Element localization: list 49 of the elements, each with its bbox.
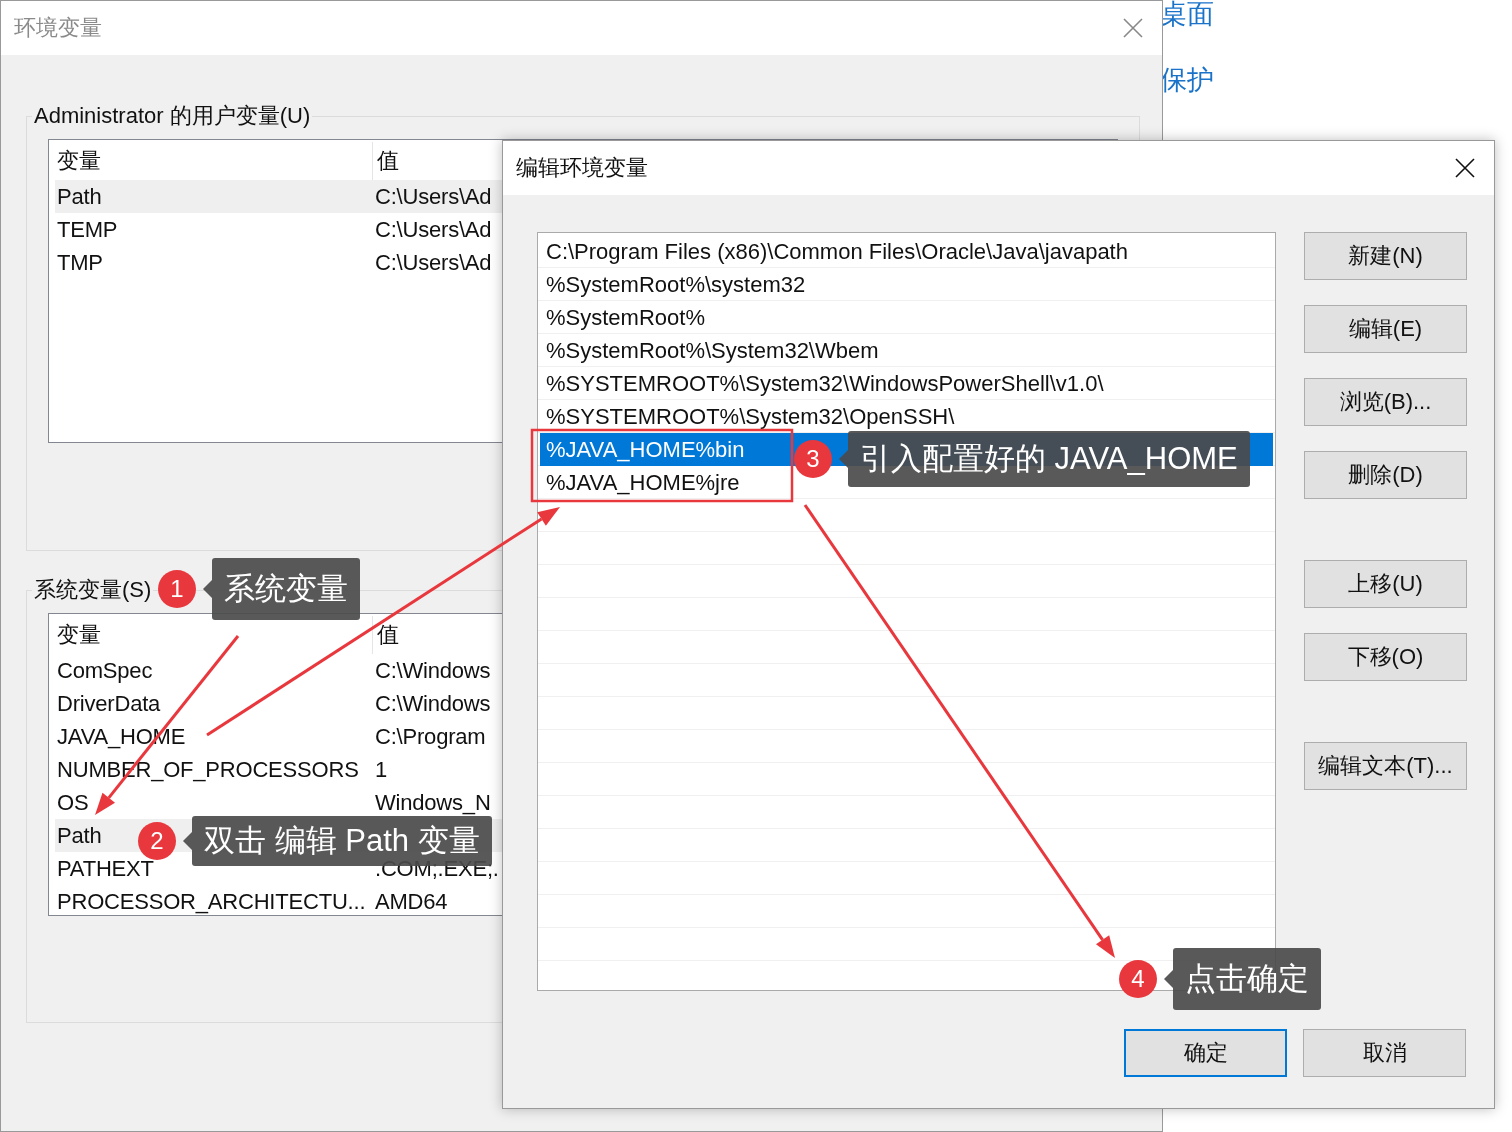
settings-link[interactable]: 保护 <box>1160 62 1214 98</box>
path-entry[interactable]: %SYSTEMROOT%\System32\OpenSSH\ <box>540 400 961 433</box>
column-header[interactable]: 变量 <box>57 620 101 650</box>
variable-name: TEMP <box>57 216 118 243</box>
dialog-button[interactable]: 取消 <box>1303 1029 1466 1077</box>
variable-value: C:\Program <box>375 723 486 750</box>
path-entry[interactable]: C:\Program Files (x86)\Common Files\Oracle\Java\javapath <box>540 235 1134 268</box>
close-icon <box>1455 158 1475 178</box>
column-header[interactable]: 变量 <box>57 146 101 176</box>
settings-link[interactable]: 桌面 <box>1160 0 1214 32</box>
action-button[interactable]: 删除(D) <box>1304 451 1467 499</box>
variable-value: C:\Users\Ad <box>375 249 492 276</box>
variable-value: C:\Users\Ad <box>375 216 492 243</box>
variable-name: DriverData <box>57 690 161 717</box>
path-entry[interactable]: %SystemRoot%\System32\Wbem <box>540 334 885 367</box>
column-header[interactable]: 值 <box>377 620 399 650</box>
group-label: Administrator 的用户变量(U) <box>33 102 312 130</box>
variable-value: C:\Windows <box>375 690 491 717</box>
path-entry[interactable]: %SystemRoot%\system32 <box>540 268 812 301</box>
variable-value: AMD64 <box>375 888 448 915</box>
variable-name: Path <box>57 822 102 849</box>
path-entry[interactable]: %SYSTEMROOT%\System32\WindowsPowerShell\v1.0\ <box>540 367 1110 400</box>
callout: 双击 编辑 Path 变量 <box>192 816 492 866</box>
variable-name: TMP <box>57 249 103 276</box>
path-entry[interactable]: %SystemRoot% <box>540 301 711 334</box>
window-title: 环境变量 <box>14 14 102 42</box>
variable-value: C:\Users\Ad <box>375 183 492 210</box>
action-button[interactable]: 上移(U) <box>1304 560 1467 608</box>
callout: 系统变量 <box>212 558 360 620</box>
variable-value: C:\Windows <box>375 657 491 684</box>
action-button[interactable]: 浏览(B)... <box>1304 378 1467 426</box>
callout: 引入配置好的 JAVA_HOME <box>848 431 1250 487</box>
action-button[interactable]: 编辑(E) <box>1304 305 1467 353</box>
column-header[interactable]: 值 <box>377 146 399 176</box>
variable-name: Path <box>57 183 102 210</box>
path-entry[interactable]: %JAVA_HOME%jre <box>540 466 746 499</box>
action-button[interactable]: 编辑文本(T)... <box>1304 742 1467 790</box>
callout: 点击确定 <box>1173 948 1321 1010</box>
variable-name: ComSpec <box>57 657 153 684</box>
variable-value: 1 <box>375 756 388 783</box>
variable-name: PROCESSOR_ARCHITECTU... <box>57 888 366 915</box>
group-label: 系统变量(S) <box>33 576 153 604</box>
action-button[interactable]: 下移(O) <box>1304 633 1467 681</box>
variable-name: OS <box>57 789 89 816</box>
close-icon <box>1123 18 1143 38</box>
action-button[interactable]: 新建(N) <box>1304 232 1467 280</box>
dialog-button[interactable]: 确定 <box>1124 1029 1287 1077</box>
variable-value: Windows_N <box>375 789 491 816</box>
dialog-title: 编辑环境变量 <box>516 154 648 182</box>
